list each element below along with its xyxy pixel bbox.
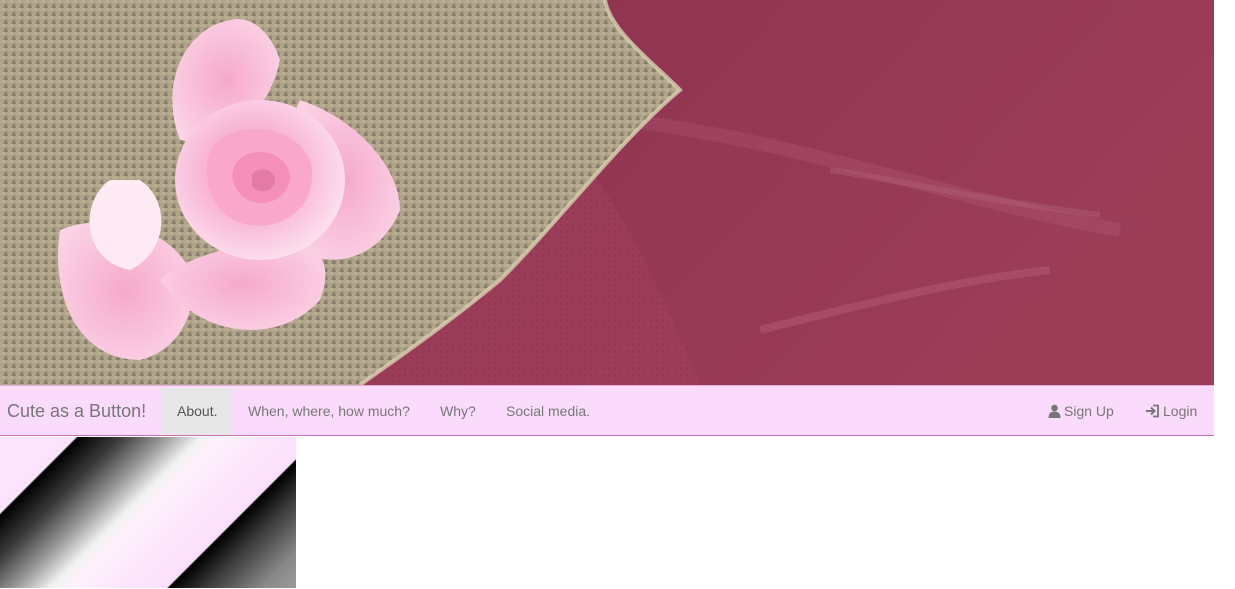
nav-item-when-where[interactable]: When, where, how much? [233, 388, 425, 435]
nav-item-about[interactable]: About. [162, 388, 233, 435]
navbar: Cute as a Button! About. When, where, ho… [0, 385, 1214, 436]
nav-item-social-media[interactable]: Social media. [491, 388, 605, 435]
brand-link[interactable]: Cute as a Button! [7, 386, 146, 437]
user-icon [1048, 390, 1061, 437]
login-label: Login [1163, 403, 1198, 419]
login-icon [1145, 390, 1160, 437]
striped-pattern-image [0, 437, 296, 588]
hero-illustration [0, 0, 1214, 385]
sign-up-label: Sign Up [1064, 403, 1114, 419]
login-link[interactable]: Login [1130, 388, 1212, 435]
hero-banner-image [0, 0, 1214, 385]
nav-item-why[interactable]: Why? [425, 388, 491, 435]
sign-up-link[interactable]: Sign Up [1033, 388, 1129, 435]
page: Cute as a Button! About. When, where, ho… [0, 0, 1235, 589]
